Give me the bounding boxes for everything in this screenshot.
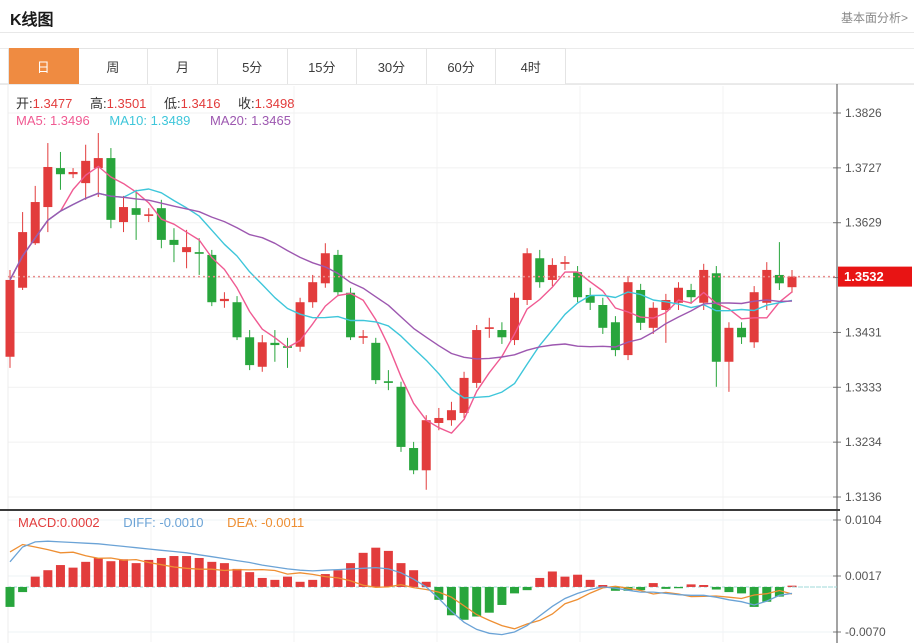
svg-text:1.3431: 1.3431 [845,325,882,339]
macd-group [6,541,838,634]
svg-text:-0.0070: -0.0070 [845,625,886,639]
gridlines [8,86,837,642]
svg-text:1.3727: 1.3727 [845,161,882,175]
svg-text:1.3234: 1.3234 [845,435,882,449]
title-divider [0,32,914,33]
tab-4时[interactable]: 4时 [496,48,566,85]
tab-日[interactable]: 日 [9,48,79,85]
svg-text:0.0104: 0.0104 [845,513,882,527]
svg-text:1.3333: 1.3333 [845,380,882,394]
kline-page: K线图 基本面分析> 日周月5分15分30分60分4时 1.3826 1.3727… [0,0,914,643]
tab-月[interactable]: 月 [148,48,218,85]
svg-text:1.3629: 1.3629 [845,216,882,230]
tab-周[interactable]: 周 [79,48,149,85]
tab-15分[interactable]: 15分 [288,48,358,85]
tab-60分[interactable]: 60分 [427,48,497,85]
period-tab-bar: 日周月5分15分30分60分4时 [0,48,914,84]
kline-chart[interactable]: 1.3826 1.3727 1.3629 1.3431 1.3333 1.3234 1.31… [0,84,914,643]
tab-30分[interactable]: 30分 [357,48,427,85]
candles-group [6,133,797,490]
svg-text:1.3826: 1.3826 [845,106,882,120]
svg-text:1.3136: 1.3136 [845,490,882,504]
svg-text:0.0017: 0.0017 [845,569,882,583]
svg-text:1.3532: 1.3532 [844,269,884,284]
fundamental-analysis-link[interactable]: 基本面分析> [841,9,908,26]
page-title: K线图 [10,6,54,30]
tab-5分[interactable]: 5分 [218,48,288,85]
period-tabs: 日周月5分15分30分60分4时 [8,48,566,85]
